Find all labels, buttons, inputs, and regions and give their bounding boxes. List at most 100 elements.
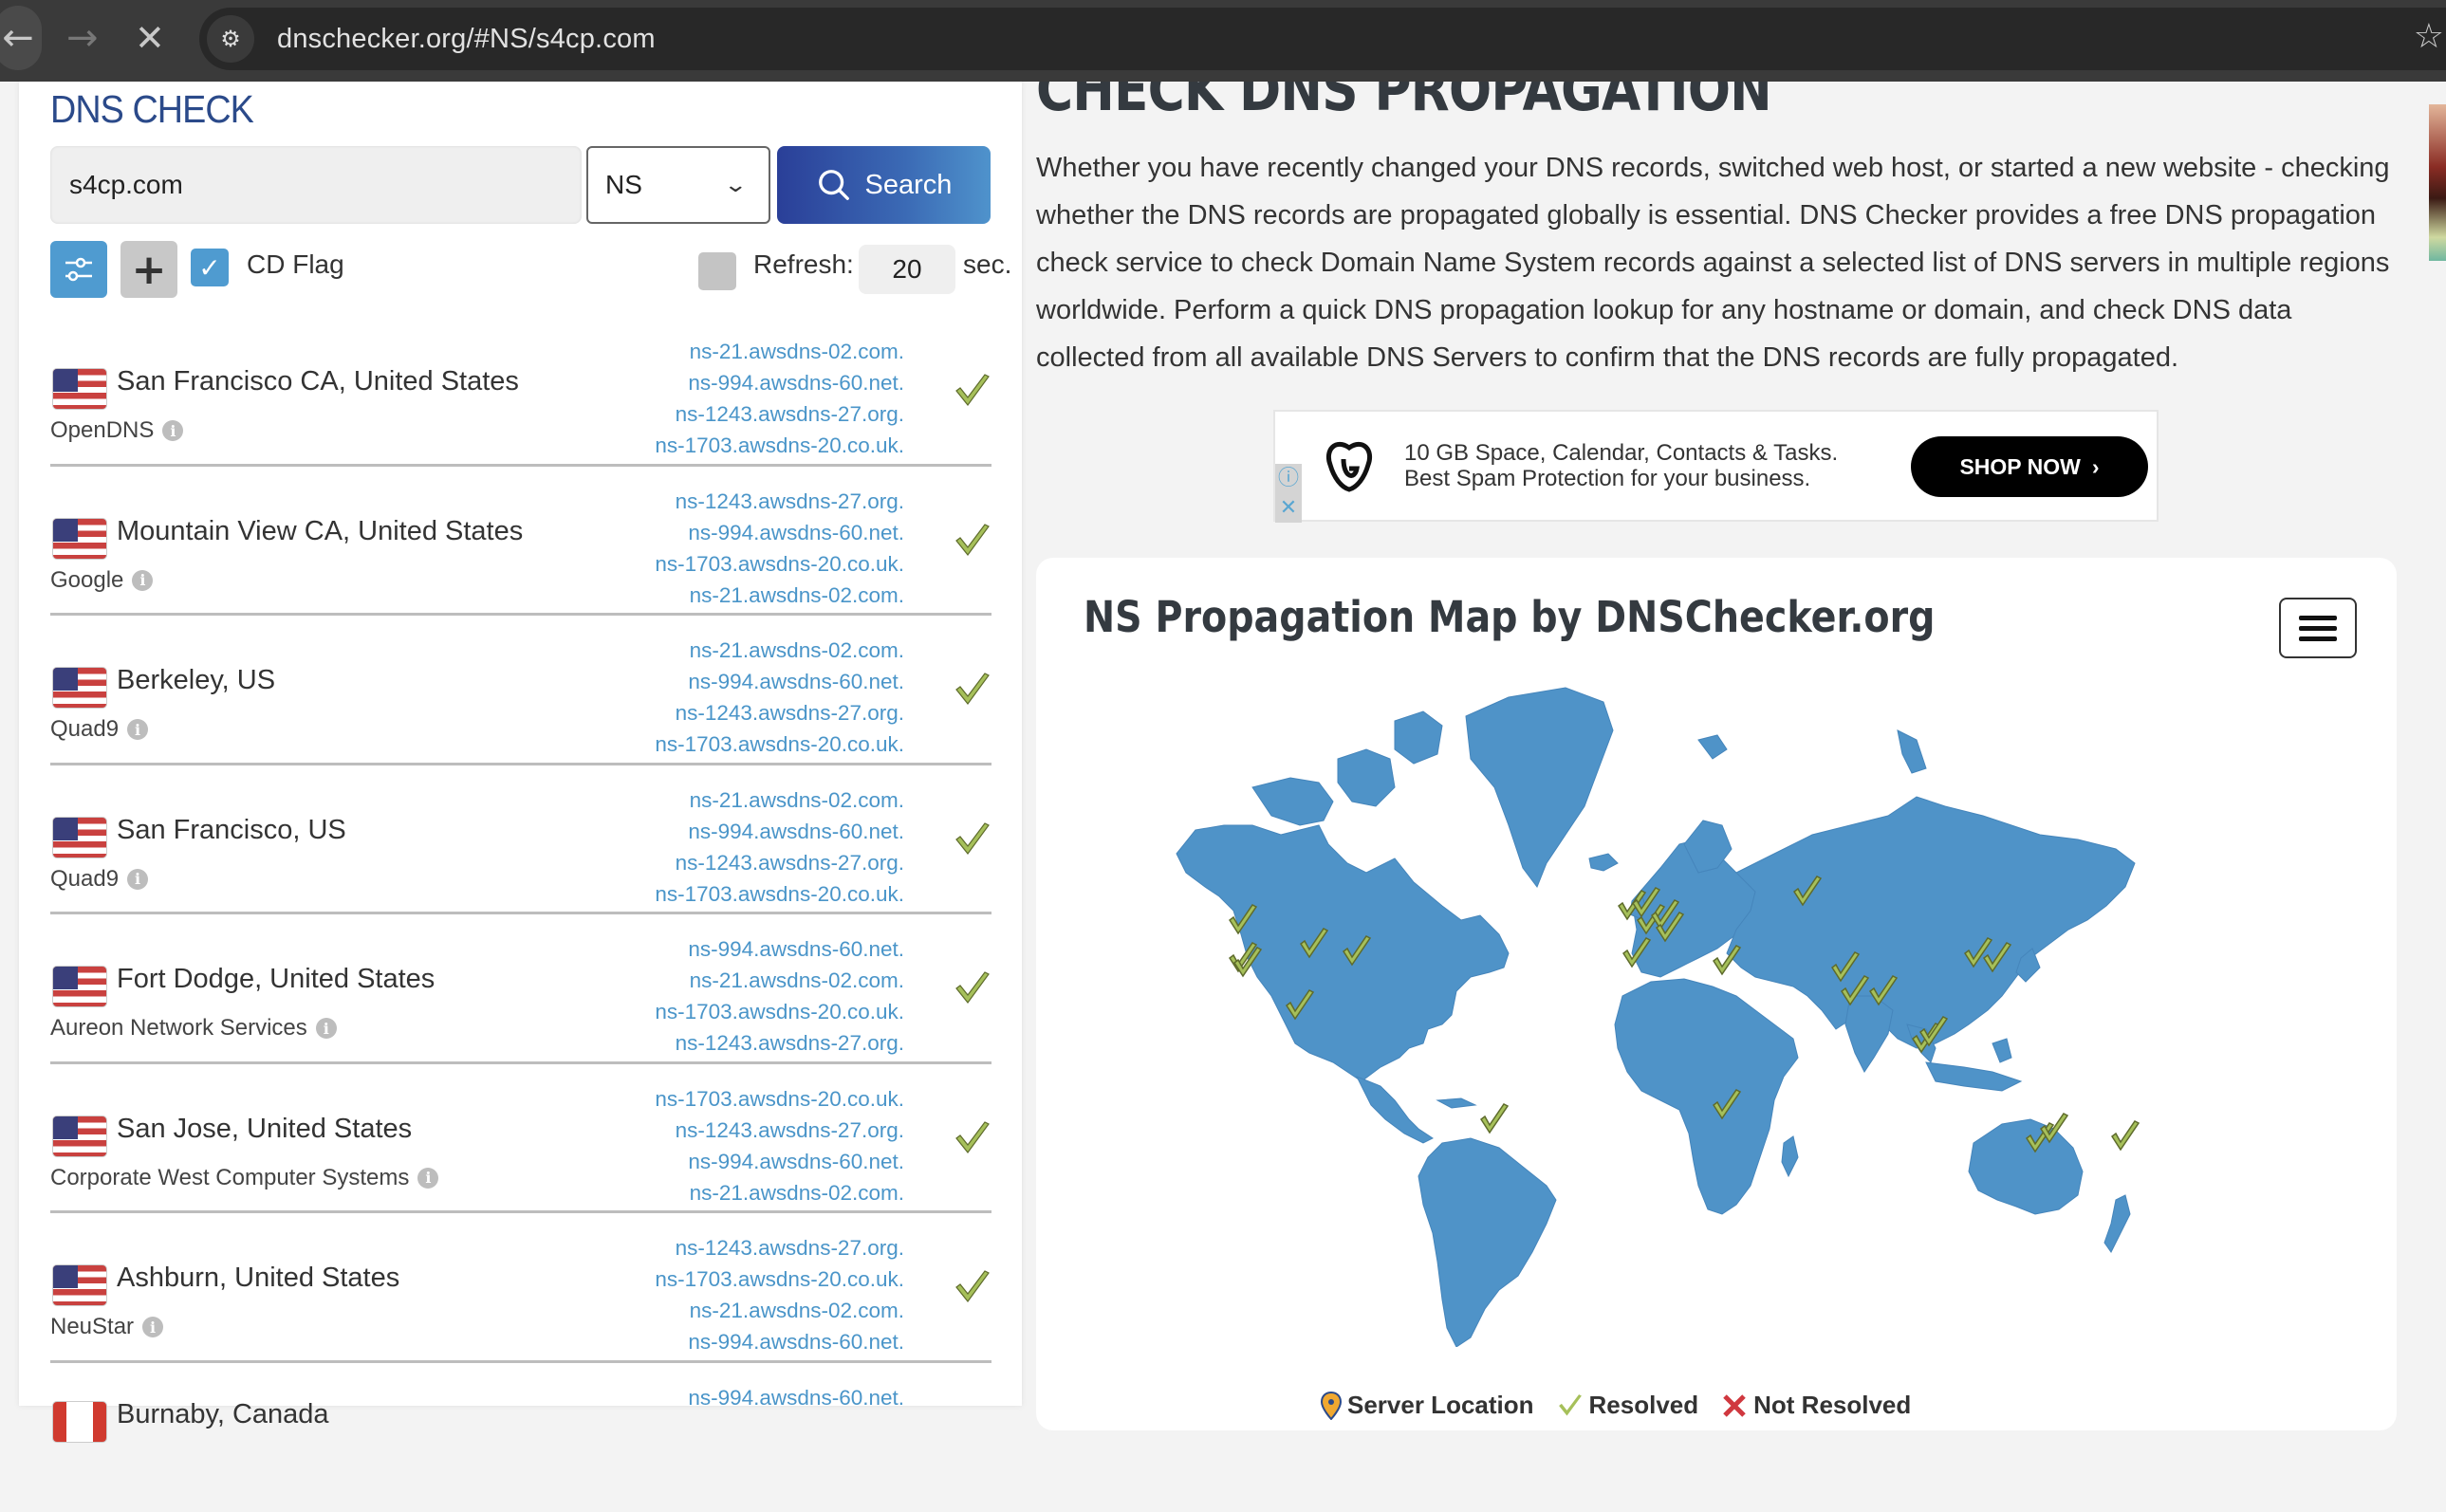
ns-records: ns-994.awsdns-60.net. — [688, 1382, 904, 1413]
cd-flag-label: CD Flag — [247, 249, 344, 280]
ns-record: ns-1243.awsdns-27.org. — [655, 847, 904, 878]
server-location: Fort Dodge, United States — [117, 964, 435, 995]
ns-record: ns-21.awsdns-02.com. — [655, 965, 904, 996]
checkmark-icon: ✓ — [198, 252, 220, 284]
propagation-map-card: NS Propagation Map by DNSChecker.org — [1036, 558, 2397, 1430]
flag-us-icon — [52, 817, 107, 858]
ns-record: ns-994.awsdns-60.net. — [688, 1382, 904, 1413]
provider-name: Corporate West Computer Systems — [50, 1165, 409, 1191]
refresh-unit-label: sec. — [963, 249, 1011, 280]
ns-records: ns-1243.awsdns-27.org. ns-1703.awsdns-20… — [655, 1232, 904, 1357]
resolved-marker-auckland[interactable] — [2112, 1121, 2139, 1150]
hamburger-line — [2299, 626, 2337, 631]
refresh-interval-input[interactable] — [859, 245, 955, 294]
plus-icon: + — [132, 246, 167, 294]
address-bar[interactable]: ⚙ dnschecker.org/#NS/s4cp.com — [199, 8, 2446, 70]
server-provider: Corporate West Computer Systems i — [50, 1165, 438, 1191]
ns-records: ns-1703.awsdns-20.co.uk. ns-1243.awsdns-… — [655, 1083, 904, 1208]
stop-loading-button[interactable]: ✕ — [135, 0, 165, 76]
arrow-right-icon: → — [66, 16, 99, 60]
server-provider: Quad9 i — [50, 716, 148, 743]
ns-record: ns-1243.awsdns-27.org. — [655, 398, 904, 430]
region-greenland — [1466, 688, 1613, 887]
options-row: + ✓ CD Flag Refresh: sec. — [50, 241, 991, 298]
ns-record: ns-1703.awsdns-20.co.uk. — [655, 878, 904, 910]
ad-choices[interactable]: ⓘ ✕ — [1275, 464, 1302, 523]
forward-button[interactable]: → — [66, 0, 99, 76]
sliders-icon — [62, 252, 96, 286]
filter-settings-button[interactable] — [50, 241, 107, 298]
region-arctic-islands — [1698, 730, 1926, 773]
ns-record: ns-994.awsdns-60.net. — [655, 1146, 904, 1177]
ns-record: ns-1703.awsdns-20.co.uk. — [655, 1083, 904, 1115]
url-text[interactable]: dnschecker.org/#NS/s4cp.com — [277, 24, 656, 55]
ns-record: ns-1243.awsdns-27.org. — [655, 697, 904, 728]
result-row: Ashburn, United States NeuStari ns-1243.… — [50, 1213, 991, 1363]
resolved-marker-sao-paulo[interactable] — [1481, 1104, 1508, 1133]
server-location: San Jose, United States — [117, 1114, 412, 1145]
advertisement-banner[interactable]: ⓘ ✕ 10 GB Space, Calendar, Contacts & Ta… — [1273, 410, 2159, 522]
flag-us-icon — [52, 368, 107, 410]
ns-record: ns-21.awsdns-02.com. — [655, 336, 904, 367]
ad-text: 10 GB Space, Calendar, Contacts & Tasks.… — [1404, 440, 1838, 491]
ns-record: ns-21.awsdns-02.com. — [655, 1295, 904, 1326]
result-row: Fort Dodge, United States Aureon Network… — [50, 914, 991, 1064]
ns-record: ns-1243.awsdns-27.org. — [655, 1027, 904, 1059]
server-location: San Francisco CA, United States — [117, 366, 519, 397]
region-south-america — [1418, 1138, 1556, 1347]
ns-record: ns-994.awsdns-60.net. — [655, 933, 904, 965]
ns-record: ns-1243.awsdns-27.org. — [655, 1232, 904, 1263]
domain-input[interactable] — [50, 146, 582, 224]
ns-record: ns-1703.awsdns-20.co.uk. — [655, 996, 904, 1027]
cd-flag-checkbox[interactable]: ✓ — [191, 249, 229, 286]
arrow-left-icon: ← — [2, 16, 34, 60]
info-icon[interactable]: i — [127, 719, 148, 740]
server-provider: NeuStari — [50, 1314, 163, 1340]
info-icon[interactable]: i — [142, 1317, 163, 1337]
ad-brand-logo-icon — [1323, 440, 1376, 493]
search-label: Search — [865, 170, 953, 201]
map-menu-button[interactable] — [2279, 598, 2357, 658]
server-provider: Googlei — [50, 567, 153, 594]
back-button[interactable]: ← — [0, 6, 42, 70]
region-new-zealand — [2104, 1195, 2130, 1252]
record-type-select[interactable]: NS ⌄ — [586, 146, 770, 224]
ns-records: ns-21.awsdns-02.com. ns-994.awsdns-60.ne… — [655, 336, 904, 461]
check-icon — [954, 522, 991, 560]
flag-us-icon — [52, 966, 107, 1007]
info-icon[interactable]: i — [316, 1018, 337, 1039]
result-row: San Francisco, US Quad9i ns-21.awsdns-02… — [50, 765, 991, 915]
server-provider: Quad9i — [50, 866, 148, 893]
server-location: Burnaby, Canada — [117, 1399, 329, 1430]
info-icon[interactable]: i — [162, 420, 183, 441]
region-australia — [1969, 1119, 2083, 1214]
ad-close-icon[interactable]: ✕ — [1275, 493, 1302, 523]
shop-now-label: SHOP NOW — [1959, 454, 2080, 480]
bookmark-star-icon[interactable]: ☆ — [2414, 17, 2444, 56]
region-india — [1845, 996, 1893, 1072]
ns-record: ns-994.awsdns-60.net. — [655, 367, 904, 398]
add-server-button[interactable]: + — [120, 241, 177, 298]
hamburger-line — [2299, 616, 2337, 620]
flag-ca-icon — [52, 1401, 107, 1443]
ns-record: ns-21.awsdns-02.com. — [655, 635, 904, 666]
server-location: San Francisco, US — [117, 815, 346, 846]
info-icon[interactable]: i — [132, 570, 153, 591]
server-location: Mountain View CA, United States — [117, 516, 523, 547]
shop-now-button[interactable]: SHOP NOW› — [1911, 436, 2148, 497]
auto-refresh-checkbox[interactable] — [698, 252, 736, 290]
provider-name: Quad9 — [50, 716, 119, 743]
search-button[interactable]: Search — [777, 146, 991, 224]
ns-record: ns-1703.awsdns-20.co.uk. — [655, 728, 904, 760]
info-icon[interactable]: i — [417, 1168, 438, 1189]
refresh-label: Refresh: — [753, 249, 854, 280]
ad-line-2: Best Spam Protection for your business. — [1404, 466, 1838, 491]
info-icon[interactable]: i — [127, 869, 148, 890]
ns-records: ns-21.awsdns-02.com. ns-994.awsdns-60.ne… — [655, 635, 904, 760]
world-map[interactable] — [1167, 683, 2277, 1347]
check-icon — [954, 1268, 991, 1306]
server-provider: Aureon Network Servicesi — [50, 1015, 337, 1042]
flag-us-icon — [52, 1116, 107, 1157]
ad-info-icon[interactable]: ⓘ — [1275, 464, 1302, 493]
site-info-button[interactable]: ⚙ — [207, 15, 254, 63]
